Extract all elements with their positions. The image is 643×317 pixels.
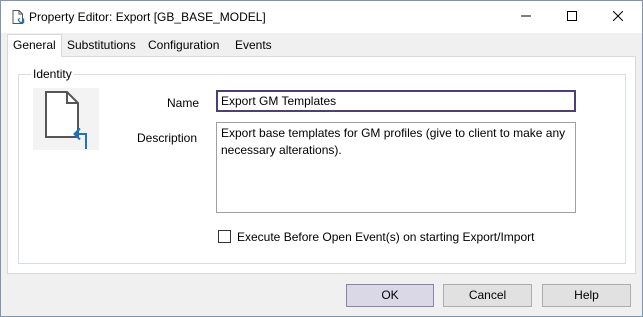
general-tab-panel: Identity Name Description Export base te…: [7, 56, 636, 274]
name-input[interactable]: [216, 90, 576, 112]
minimize-icon: [521, 10, 531, 24]
document-export-icon: [10, 9, 26, 25]
window-title: Property Editor: Export [GB_BASE_MODEL]: [29, 10, 266, 24]
execute-before-open-checkbox[interactable]: [218, 230, 231, 243]
close-icon: [612, 10, 624, 24]
identity-group-label: Identity: [31, 67, 74, 81]
tab-general[interactable]: General: [7, 34, 62, 57]
help-button[interactable]: Help: [542, 284, 631, 307]
name-label: Name: [167, 96, 200, 110]
cancel-button[interactable]: Cancel: [443, 284, 532, 307]
title-bar[interactable]: Property Editor: Export [GB_BASE_MODEL]: [1, 1, 642, 33]
document-export-icon: [33, 88, 99, 150]
tab-configuration[interactable]: Configuration: [143, 36, 224, 56]
tab-substitutions[interactable]: Substitutions: [62, 36, 141, 56]
minimize-button[interactable]: [503, 1, 549, 33]
ok-button[interactable]: OK: [346, 284, 434, 307]
tab-strip: General Substitutions Configuration Even…: [7, 34, 637, 57]
property-editor-window: Property Editor: Export [GB_BASE_MODEL] …: [0, 0, 643, 317]
description-label: Description: [137, 131, 198, 145]
maximize-icon: [567, 10, 577, 24]
tab-events[interactable]: Events: [230, 36, 277, 56]
maximize-button[interactable]: [549, 1, 595, 33]
identity-group: Identity Name Description Export base te…: [18, 67, 626, 264]
description-textarea[interactable]: Export base templates for GM profiles (g…: [216, 122, 576, 213]
close-button[interactable]: [595, 1, 641, 33]
execute-before-open-label[interactable]: Execute Before Open Event(s) on starting…: [237, 230, 534, 244]
